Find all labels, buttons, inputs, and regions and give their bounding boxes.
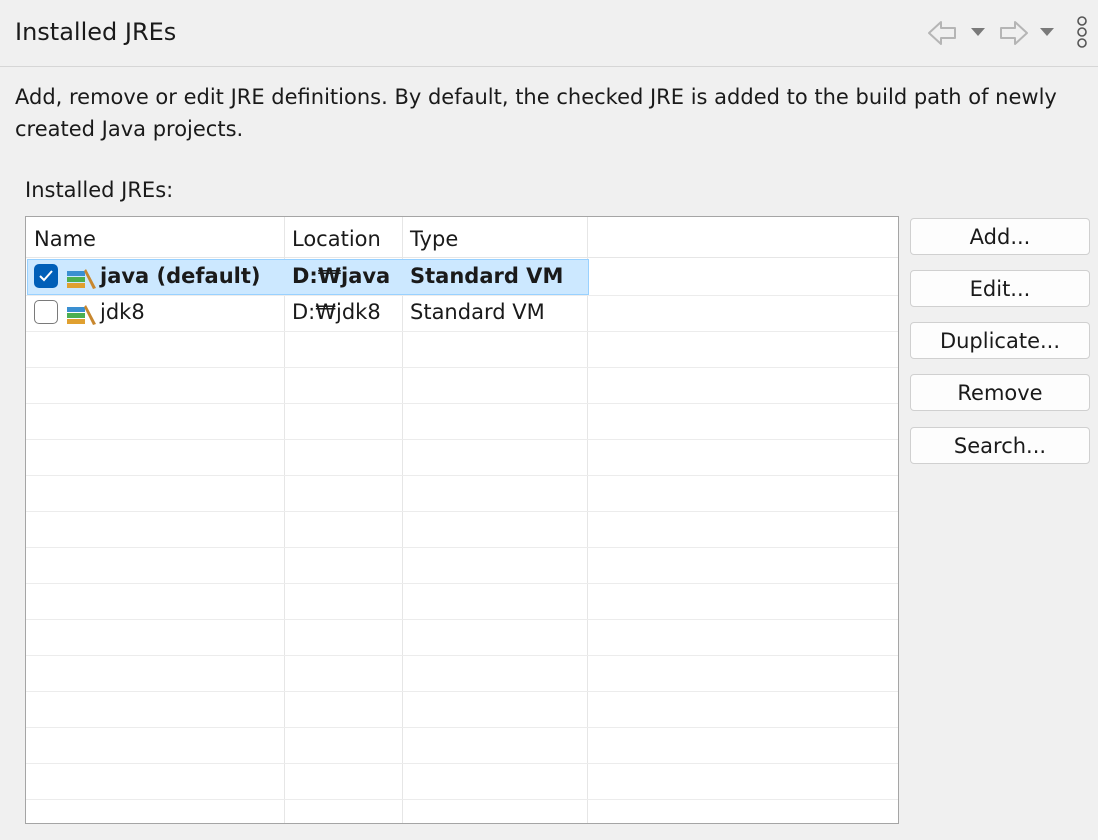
table-header: Name Location Type [26, 217, 898, 258]
empty-row [26, 547, 898, 584]
duplicate-button[interactable]: Duplicate... [910, 322, 1090, 359]
jre-table[interactable]: Name Location Type java (default) D:₩jav… [25, 216, 899, 824]
jre-library-icon [67, 305, 96, 325]
chevron-down-icon [971, 28, 985, 36]
arrow-right-icon [1000, 21, 1028, 45]
empty-row [26, 619, 898, 656]
empty-row [26, 583, 898, 620]
empty-row [26, 691, 898, 728]
default-jre-checkbox[interactable] [34, 264, 58, 288]
page-description: Add, remove or edit JRE definitions. By … [15, 81, 1098, 145]
empty-row [26, 403, 898, 440]
page-title: Installed JREs [15, 18, 177, 46]
chevron-down-icon [1040, 28, 1054, 36]
jre-name: java (default) [100, 264, 261, 288]
column-header-name[interactable]: Name [34, 227, 96, 251]
empty-row [26, 331, 898, 368]
forward-button[interactable] [996, 16, 1030, 50]
back-button[interactable] [926, 16, 960, 50]
page-header: Installed JREs [0, 0, 1098, 67]
jre-library-icon [67, 269, 96, 289]
vertical-ellipsis-icon [1077, 16, 1087, 48]
column-header-type[interactable]: Type [410, 227, 458, 251]
table-row[interactable]: java (default) D:₩java Standard VM [26, 259, 898, 296]
jre-type: Standard VM [410, 264, 564, 288]
remove-button[interactable]: Remove [910, 374, 1090, 411]
jre-checkbox[interactable] [34, 300, 58, 324]
table-row[interactable]: jdk8 D:₩jdk8 Standard VM [26, 295, 898, 332]
jre-location: D:₩java [292, 264, 391, 288]
empty-row [26, 475, 898, 512]
column-header-location[interactable]: Location [292, 227, 381, 251]
empty-row [26, 655, 898, 692]
arrow-left-icon [928, 21, 956, 45]
empty-row [26, 727, 898, 764]
empty-row [26, 763, 898, 800]
checkmark-icon [39, 270, 53, 282]
empty-row [26, 511, 898, 548]
description-line-2: created Java projects. [15, 117, 244, 141]
jre-location: D:₩jdk8 [292, 300, 381, 324]
jre-type: Standard VM [410, 300, 545, 324]
installed-jres-label: Installed JREs: [25, 178, 174, 202]
jre-name: jdk8 [100, 300, 145, 324]
empty-row [26, 439, 898, 476]
search-button[interactable]: Search... [910, 427, 1090, 464]
edit-button[interactable]: Edit... [910, 270, 1090, 307]
empty-row [26, 367, 898, 404]
back-dropdown[interactable] [968, 16, 988, 50]
add-button[interactable]: Add... [910, 218, 1090, 255]
forward-dropdown[interactable] [1037, 16, 1057, 50]
description-line-1: Add, remove or edit JRE definitions. By … [15, 85, 1057, 109]
view-menu-button[interactable] [1072, 16, 1092, 50]
